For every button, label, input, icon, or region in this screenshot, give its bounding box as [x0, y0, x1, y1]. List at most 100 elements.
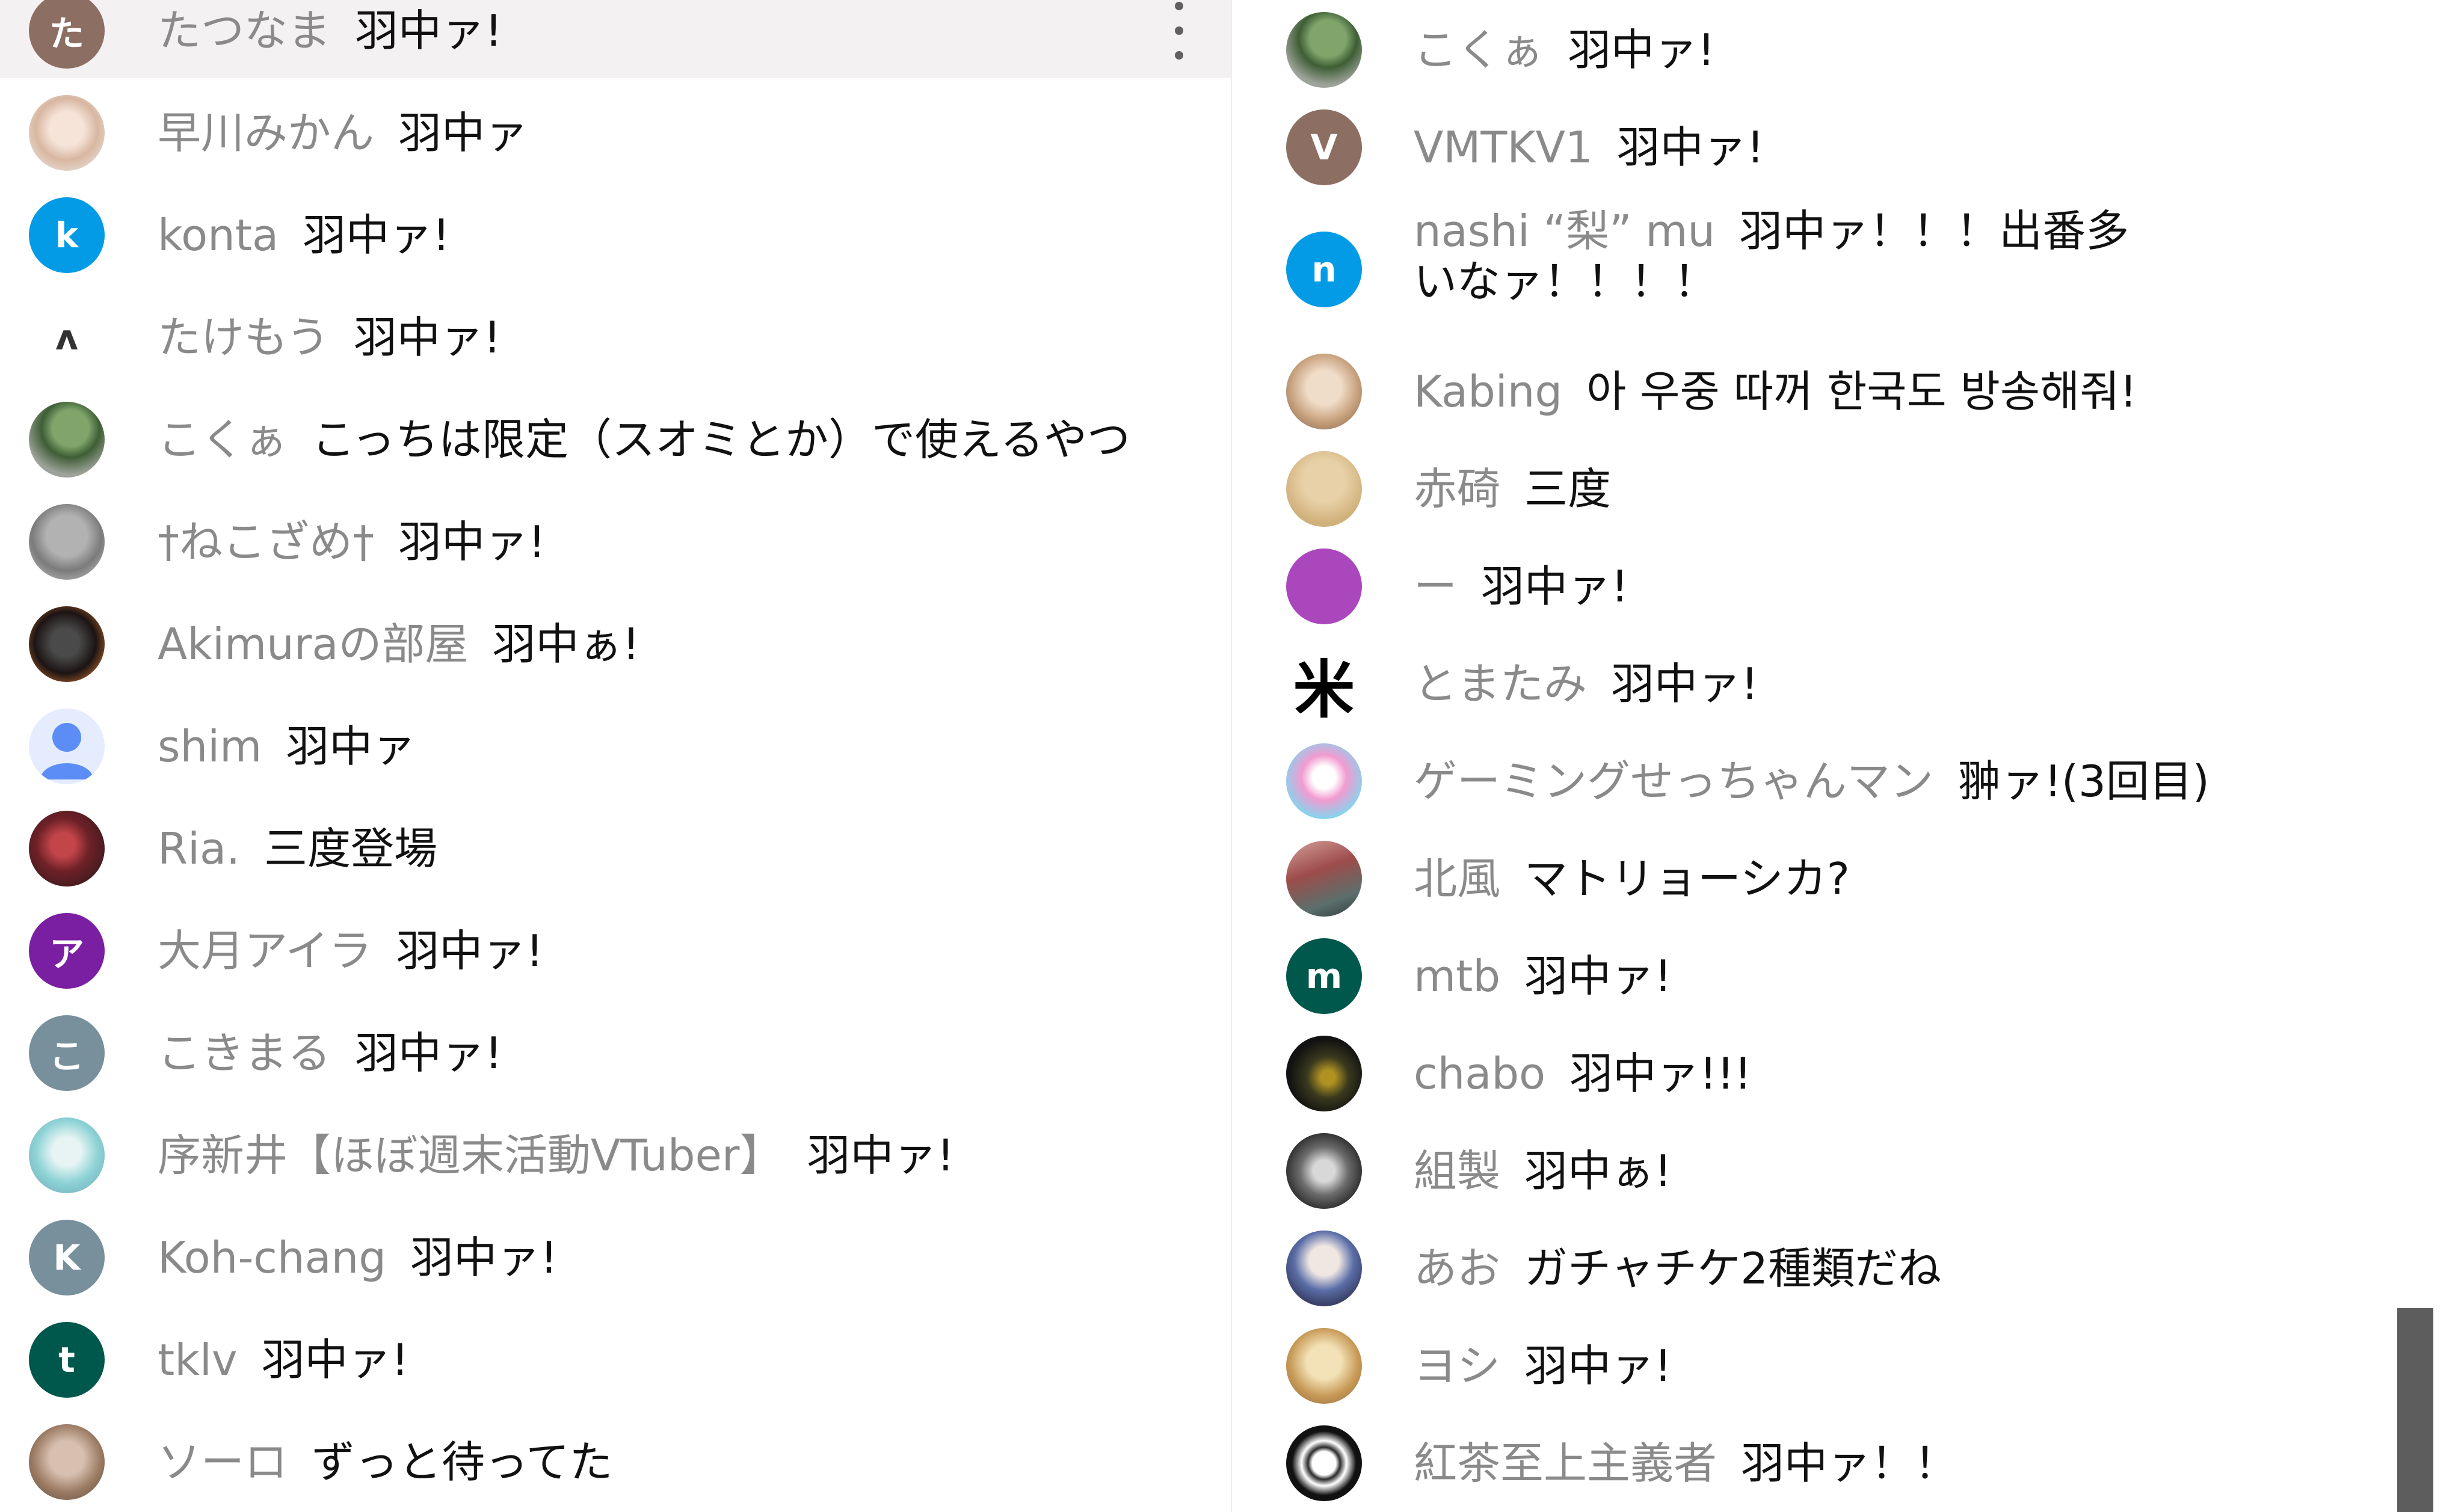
chat-message[interactable]: Ria. 三度登場	[0, 801, 1232, 896]
avatar[interactable]	[29, 811, 105, 887]
chat-message[interactable]: た たつなま 羽中ァ!	[0, 0, 1232, 78]
chat-message[interactable]: n nashi “梨” mu 羽中ァ！！！出番多いなァ！！！！	[1232, 200, 2464, 339]
chat-message[interactable]: 赤碕 三度	[1232, 444, 2464, 534]
chat-message[interactable]: 米 とまたみ 羽中ァ!	[1232, 639, 2464, 729]
chat-message[interactable]: こ こきまる 羽中ァ!	[0, 1006, 1232, 1101]
author-name[interactable]: Kabing	[1414, 366, 1562, 417]
chat-message[interactable]: †ねこざめ† 羽中ァ!	[0, 494, 1232, 589]
more-vert-icon[interactable]	[1173, 2, 1185, 60]
author-name[interactable]: ゲーミングせっちゃんマン	[1414, 756, 1933, 807]
chat-message[interactable]: ヨシ 羽中ァ!	[1232, 1321, 2464, 1411]
avatar[interactable]	[29, 402, 105, 478]
avatar[interactable]	[1286, 1231, 1362, 1306]
author-name[interactable]: Akimuraの部屋	[158, 619, 468, 669]
avatar[interactable]	[1286, 549, 1362, 624]
message-content: mtb 羽中ァ!	[1414, 951, 1672, 1001]
chat-message[interactable]: ー羽中ァ!	[1232, 541, 2464, 632]
chat-message[interactable]: あお ガチャチケ2種類だね	[1232, 1223, 2464, 1314]
avatar[interactable]	[1286, 1425, 1362, 1501]
author-name[interactable]: ソーロ	[158, 1437, 288, 1487]
author-name[interactable]: Ria.	[158, 823, 240, 874]
chat-message[interactable]: ゲーミングせっちゃんマン 翀ァ!(3回目)	[1232, 736, 2464, 826]
chat-message[interactable]: ア 大月アイラ 羽中ァ!	[0, 903, 1232, 998]
message-content: とまたみ 羽中ァ!	[1414, 659, 1758, 709]
avatar[interactable]	[29, 95, 105, 171]
avatar[interactable]	[1286, 1036, 1362, 1111]
chat-message[interactable]: こくぁ こっちは限定（スオミとか）で使えるやつ	[0, 392, 1232, 487]
chat-message[interactable]: Akimuraの部屋 羽中ぁ!	[0, 597, 1232, 692]
author-name[interactable]: †ねこざめ†	[158, 517, 374, 567]
avatar-initial: V	[1310, 127, 1338, 168]
author-name[interactable]: 早川みかん	[158, 108, 374, 158]
author-name[interactable]: 赤碕	[1414, 464, 1500, 514]
message-content: こくぁ 羽中ァ!	[1414, 25, 1715, 75]
avatar[interactable]	[1286, 841, 1362, 917]
avatar[interactable]: 米	[1286, 646, 1362, 722]
avatar[interactable]	[1286, 354, 1362, 429]
chat-message[interactable]: 序新井【ほぼ週末活動VTuber】 羽中ァ!	[0, 1108, 1232, 1203]
author-name[interactable]: こくぁ	[158, 414, 288, 465]
chat-message[interactable]: こくぁ 羽中ァ!	[1232, 5, 2464, 95]
chat-message[interactable]: chabo 羽中ァ!!!	[1232, 1028, 2464, 1119]
avatar[interactable]	[1286, 1328, 1362, 1404]
chat-message[interactable]: t tklv 羽中ァ!	[0, 1312, 1232, 1407]
avatar[interactable]: こ	[29, 1015, 105, 1091]
author-name[interactable]: nashi “梨” mu	[1414, 206, 1715, 256]
author-name[interactable]: こきまる	[158, 1028, 331, 1078]
chat-message[interactable]: 北風 マトリョーシカ?	[1232, 834, 2464, 924]
avatar[interactable]	[29, 1117, 105, 1193]
avatar[interactable]: V	[1286, 109, 1362, 185]
author-name[interactable]: konta	[158, 210, 279, 260]
author-name[interactable]: ヨシ	[1414, 1341, 1500, 1391]
chat-message[interactable]: ソーロ ずっと待ってた	[0, 1415, 1232, 1510]
message-text: 三度	[1524, 464, 1612, 514]
message-content: VMTKV1 羽中ァ!	[1414, 122, 1764, 173]
chat-message[interactable]: V VMTKV1 羽中ァ!	[1232, 102, 2464, 192]
chat-message[interactable]: shim 羽中ァ	[0, 699, 1232, 794]
chat-message[interactable]: K Koh-chang 羽中ァ!	[0, 1210, 1232, 1305]
message-content: 組製 羽中ぁ!	[1414, 1146, 1672, 1196]
avatar[interactable]: た	[29, 0, 105, 69]
avatar[interactable]: ᴧ	[29, 300, 105, 375]
message-text: 羽中ァ!	[410, 1232, 558, 1283]
avatar[interactable]	[1286, 743, 1362, 819]
avatar[interactable]	[1286, 451, 1362, 527]
chat-message[interactable]: 組製 羽中ぁ!	[1232, 1126, 2464, 1216]
author-name[interactable]: 大月アイラ	[158, 926, 372, 976]
chat-message[interactable]: 早川みかん 羽中ァ	[0, 85, 1232, 180]
avatar[interactable]	[29, 504, 105, 580]
avatar[interactable]	[29, 606, 105, 682]
chat-message[interactable]: 紅茶至上主義者 羽中ァ！！	[1232, 1418, 2464, 1508]
avatar[interactable]	[1286, 1133, 1362, 1209]
avatar[interactable]	[1286, 12, 1362, 88]
author-name[interactable]: mtb	[1414, 951, 1500, 1001]
avatar[interactable]: t	[29, 1322, 105, 1398]
avatar[interactable]: ア	[29, 913, 105, 989]
avatar[interactable]	[29, 708, 105, 784]
author-name[interactable]: Koh-chang	[158, 1232, 386, 1283]
author-name[interactable]: 北風	[1414, 853, 1500, 904]
chat-message[interactable]: ᴧ たけもう 羽中ァ!	[0, 290, 1232, 385]
author-name[interactable]: chabo	[1414, 1048, 1545, 1099]
author-name[interactable]: VMTKV1	[1414, 122, 1593, 173]
right-scrollbar-thumb[interactable]	[2397, 1308, 2433, 1512]
author-name[interactable]: こくぁ	[1414, 25, 1544, 75]
author-name[interactable]: あお	[1414, 1243, 1500, 1294]
author-name[interactable]: とまたみ	[1414, 659, 1587, 709]
chat-message[interactable]: m mtb 羽中ァ!	[1232, 931, 2464, 1021]
author-name[interactable]: たけもう	[158, 312, 330, 363]
author-name[interactable]: tklv	[158, 1335, 238, 1385]
avatar[interactable]: m	[1286, 938, 1362, 1014]
avatar[interactable]: K	[29, 1220, 105, 1295]
author-name[interactable]: 序新井【ほぼ週末活動VTuber】	[158, 1130, 783, 1181]
author-name[interactable]: shim	[158, 721, 262, 772]
avatar[interactable]	[29, 1424, 105, 1500]
author-name[interactable]: たつなま	[158, 5, 331, 56]
author-name[interactable]: 紅茶至上主義者	[1414, 1438, 1717, 1489]
avatar[interactable]: k	[29, 197, 105, 273]
chat-message[interactable]: Kabing 아 우중 따꺼 한국도 방송해줘!	[1232, 346, 2464, 437]
chat-message[interactable]: k konta 羽中ァ!	[0, 188, 1232, 283]
avatar[interactable]: n	[1286, 232, 1362, 307]
author-name[interactable]: 組製	[1414, 1146, 1500, 1196]
author-name[interactable]: ー	[1414, 561, 1457, 612]
